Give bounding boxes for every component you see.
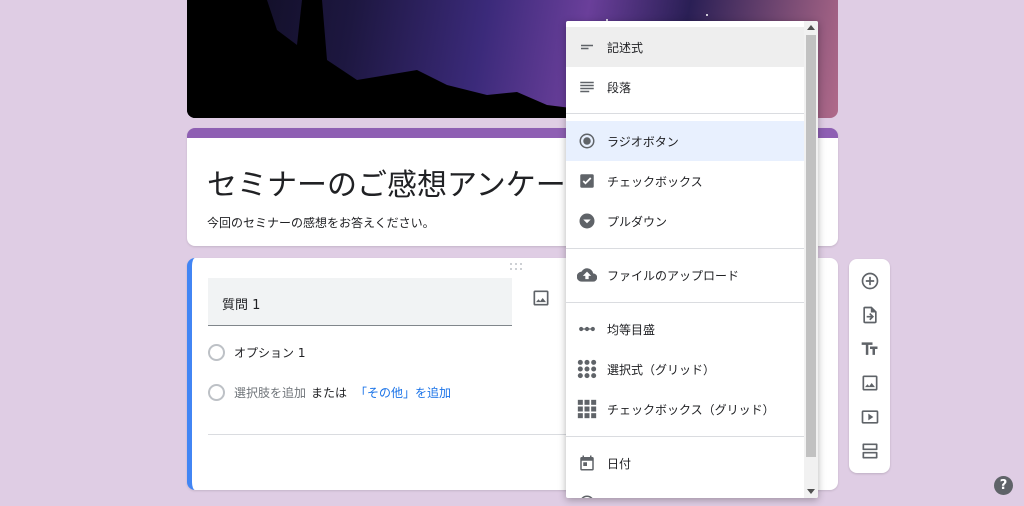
multiple-choice-grid-icon xyxy=(577,359,597,379)
option-label[interactable]: オプション 1 xyxy=(234,344,305,361)
menu-item-checkbox-grid[interactable]: チェックボックス（グリッド） xyxy=(566,389,804,429)
scroll-up-icon[interactable] xyxy=(807,25,815,30)
checkbox-grid-icon xyxy=(577,399,597,419)
radio-circle-icon xyxy=(208,384,225,401)
menu-item-paragraph[interactable]: 段落 xyxy=(566,67,804,107)
add-title-icon[interactable] xyxy=(859,338,880,359)
short-answer-icon xyxy=(577,37,597,57)
menu-separator xyxy=(566,248,804,249)
menu-item-label: 記述式 xyxy=(607,40,644,55)
menu-item-dropdown[interactable]: プルダウン xyxy=(566,201,804,241)
scroll-down-icon[interactable] xyxy=(807,489,815,494)
menu-item-label: 均等目盛 xyxy=(607,322,656,337)
import-questions-icon[interactable] xyxy=(859,304,880,325)
scroll-thumb[interactable] xyxy=(806,35,816,457)
form-description[interactable]: 今回のセミナーの感想をお答えください。 xyxy=(207,214,435,231)
dropdown-icon xyxy=(577,211,597,231)
menu-item-time-partial[interactable] xyxy=(566,483,804,498)
menu-item-choice-grid[interactable]: 選択式（グリッド） xyxy=(566,349,804,389)
paragraph-icon xyxy=(577,77,597,97)
menu-item-file-upload[interactable]: ファイルのアップロード xyxy=(566,255,804,295)
add-question-icon[interactable] xyxy=(859,270,880,291)
menu-separator xyxy=(566,436,804,437)
menu-item-label: 選択式（グリッド） xyxy=(607,362,716,377)
option-row[interactable]: オプション 1 xyxy=(208,344,305,361)
radio-circle-icon xyxy=(208,344,225,361)
menu-separator xyxy=(566,113,804,114)
linear-scale-icon xyxy=(577,319,597,339)
help-icon[interactable]: ? xyxy=(994,476,1013,495)
calendar-icon xyxy=(577,453,597,473)
menu-separator xyxy=(566,302,804,303)
question-title-input[interactable]: 質問 1 xyxy=(208,278,512,326)
or-text: または xyxy=(311,386,348,400)
menu-item-label: チェックボックス（グリッド） xyxy=(607,402,775,417)
cloud-upload-icon xyxy=(577,265,597,285)
floating-toolbar xyxy=(849,259,890,473)
add-option-link[interactable]: 選択肢を追加 xyxy=(234,384,306,401)
menu-item-checkbox[interactable]: チェックボックス xyxy=(566,161,804,201)
add-other-link[interactable]: 「その他」を追加 xyxy=(355,384,451,401)
menu-item-radio[interactable]: ラジオボタン xyxy=(566,121,804,161)
menu-item-label: 日付 xyxy=(607,456,632,471)
drag-handle-icon[interactable] xyxy=(510,263,526,271)
radio-button-icon xyxy=(577,131,597,151)
add-section-icon[interactable] xyxy=(859,440,880,461)
divider xyxy=(208,434,568,435)
clock-icon xyxy=(577,493,597,498)
add-option-row: 選択肢を追加 または 「その他」を追加 xyxy=(208,384,451,401)
menu-item-label: プルダウン xyxy=(607,214,668,229)
menu-item-linear-scale[interactable]: 均等目盛 xyxy=(566,309,804,349)
menu-item-label: チェックボックス xyxy=(607,174,703,189)
menu-item-short-answer[interactable]: 記述式 xyxy=(566,27,804,67)
menu-item-label: 段落 xyxy=(607,80,632,95)
menu-item-label: ラジオボタン xyxy=(607,134,679,149)
menu-item-date[interactable]: 日付 xyxy=(566,443,804,483)
menu-scrollbar[interactable] xyxy=(804,21,818,498)
question-type-menu[interactable]: 記述式 段落 ラジオボタン チェックボックス プルダウン ファイルのアップロード… xyxy=(566,21,818,498)
add-image-icon[interactable] xyxy=(859,372,880,393)
form-title[interactable]: セミナーのご感想アンケート xyxy=(207,160,596,204)
add-video-icon[interactable] xyxy=(859,406,880,427)
checkbox-icon xyxy=(577,171,597,191)
add-image-icon[interactable] xyxy=(531,288,551,308)
menu-item-label: ファイルのアップロード xyxy=(607,268,740,283)
